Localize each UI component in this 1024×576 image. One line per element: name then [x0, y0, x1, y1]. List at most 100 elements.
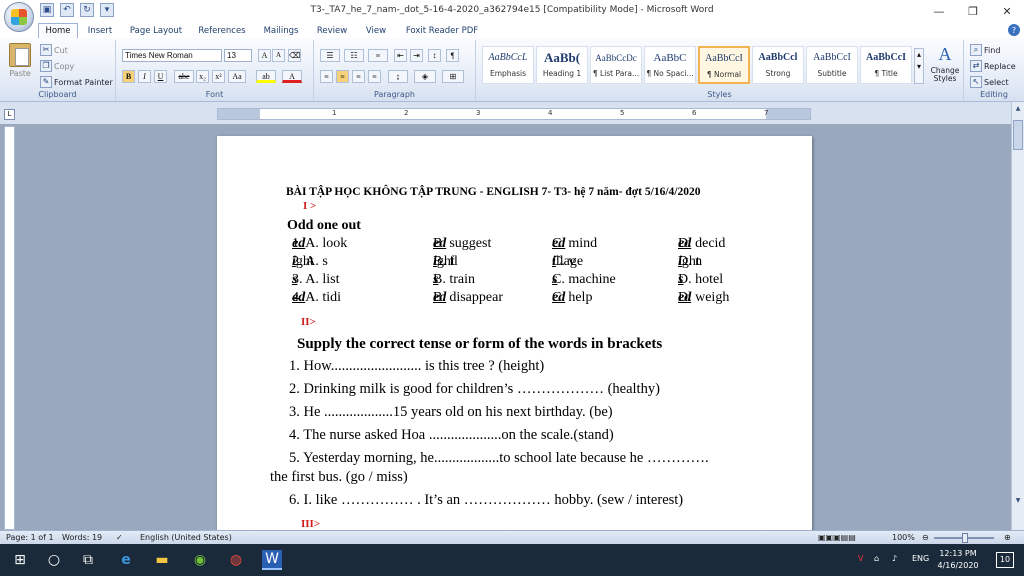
bullets-icon[interactable]: ☰ — [320, 49, 340, 62]
line-spacing-icon[interactable]: ↨ — [388, 70, 408, 83]
superscript-button[interactable]: x² — [212, 70, 225, 83]
clock[interactable]: 12:13 PM 4/16/2020 — [928, 548, 988, 572]
volume-icon[interactable]: ♪ — [892, 554, 897, 563]
change-styles-button[interactable]: A Change Styles — [928, 44, 962, 83]
horizontal-ruler[interactable]: 1 2 3 4 5 6 7 — [217, 108, 811, 120]
tab-view[interactable]: View — [360, 23, 392, 38]
tab-references[interactable]: References — [194, 23, 250, 38]
antivirus-icon[interactable]: V — [858, 554, 863, 563]
style-subtitle[interactable]: AaBbCcI Subtitle — [806, 46, 858, 84]
tab-mailings[interactable]: Mailings — [258, 23, 304, 38]
restore-button[interactable]: ❐ — [956, 0, 990, 22]
strikethrough-button[interactable]: abe — [174, 70, 194, 83]
tab-review[interactable]: Review — [312, 23, 352, 38]
font-color-icon[interactable]: A — [282, 70, 302, 83]
ruler-number: 4 — [548, 109, 553, 117]
vertical-ruler[interactable] — [4, 126, 15, 530]
decrease-indent-icon[interactable]: ⇤ — [394, 49, 407, 62]
styles-group: AaBbCcL Emphasis AaBb(Heading 1 AaBbCcDc ¶… — [476, 40, 964, 100]
office-logo-icon — [11, 9, 27, 25]
search-icon[interactable]: ○ — [44, 550, 64, 570]
style-no-spacing[interactable]: AaBbC ¶ No Spaci... — [644, 46, 696, 84]
increase-indent-icon[interactable]: ⇥ — [410, 49, 423, 62]
input-language[interactable]: ENG — [912, 554, 929, 563]
edge-browser-icon[interactable]: e — [116, 550, 136, 570]
highlight-color-icon[interactable]: ab — [256, 70, 276, 83]
bold-button[interactable]: B — [122, 70, 135, 83]
network-icon[interactable]: ⌂ — [874, 554, 879, 563]
tab-selector-icon[interactable]: L — [4, 109, 15, 120]
style-strong[interactable]: AaBbCcl Strong — [752, 46, 804, 84]
cut-button[interactable]: ✂ Cut — [40, 44, 68, 56]
file-explorer-icon[interactable]: ▬ — [152, 550, 172, 570]
language-indicator[interactable]: English (United States) — [140, 533, 232, 542]
style-title[interactable]: AaBbCcI ¶ Title — [860, 46, 912, 84]
odd-option: C. help ed — [552, 290, 593, 305]
font-label: Font — [205, 90, 224, 99]
page-count[interactable]: Page: 1 of 1 — [6, 533, 54, 542]
word-app-icon[interactable]: W — [262, 550, 282, 570]
select-button[interactable]: ↖ Select — [970, 76, 1009, 88]
section-heading: III> — [301, 518, 321, 530]
align-center-icon[interactable]: ≡ — [336, 70, 349, 83]
minimize-button[interactable]: — — [922, 0, 956, 22]
change-case-button[interactable]: Aa — [228, 70, 246, 83]
tab-insert[interactable]: Insert — [82, 23, 118, 38]
paste-button[interactable]: Paste — [6, 43, 34, 83]
odd-option: D. weigh ed — [678, 290, 730, 305]
document-area[interactable]: BÀI TẬP HỌC KHÔNG TẬP TRUNG - ENGLISH 7-… — [17, 124, 1011, 530]
vertical-scrollbar[interactable]: ▲ ▼ — [1011, 102, 1024, 530]
notifications-icon[interactable]: 10 — [996, 552, 1014, 568]
align-left-icon[interactable]: ≡ — [320, 70, 333, 83]
zoom-level[interactable]: 100% — [892, 533, 915, 542]
format-painter-button[interactable]: ✎ Format Painter — [40, 76, 113, 88]
zoom-slider-thumb[interactable] — [962, 533, 968, 543]
borders-icon[interactable]: ⊞ — [442, 70, 464, 83]
font-name-select[interactable]: Times New Roman — [122, 49, 222, 62]
align-right-icon[interactable]: ≡ — [352, 70, 365, 83]
replace-button[interactable]: ⇄ Replace — [970, 60, 1016, 72]
justify-icon[interactable]: ≡ — [368, 70, 381, 83]
multilevel-list-icon[interactable]: ≡ — [368, 49, 388, 62]
styles-scroll-icon[interactable]: ▴ ▾ — [914, 48, 924, 84]
task-view-icon[interactable]: ⧉ — [78, 550, 98, 570]
italic-button[interactable]: I — [138, 70, 151, 83]
odd-option: D. decid ed — [678, 236, 726, 251]
document-page[interactable]: BÀI TẬP HỌC KHÔNG TẬP TRUNG - ENGLISH 7-… — [217, 136, 812, 530]
shrink-font-button[interactable]: A — [272, 49, 285, 62]
question-line: 4. The nurse asked Hoa .................… — [289, 427, 614, 443]
underline-button[interactable]: U — [154, 70, 167, 83]
clear-format-icon[interactable]: ⌫ — [288, 49, 301, 62]
zoom-out-icon[interactable]: ⊖ — [922, 533, 929, 542]
help-icon[interactable]: ? — [1008, 24, 1020, 36]
tab-page-layout[interactable]: Page Layout — [126, 23, 186, 38]
subscript-button[interactable]: x₂ — [196, 70, 209, 83]
sort-icon[interactable]: ↕ — [428, 49, 441, 62]
find-button[interactable]: ⌕ Find — [970, 44, 1000, 56]
proofing-icon[interactable]: ✓ — [116, 533, 123, 542]
grow-font-button[interactable]: A — [258, 49, 271, 62]
pilcrow-icon[interactable]: ¶ — [446, 49, 459, 62]
zoom-in-icon[interactable]: ⊕ — [1004, 533, 1011, 542]
odd-one-out-heading: Odd one out — [287, 218, 361, 233]
style-normal[interactable]: AaBbCcI ¶ Normal — [698, 46, 750, 84]
view-buttons-icon[interactable]: ▣▣▣▤▤ — [818, 533, 856, 542]
numbering-icon[interactable]: ☷ — [344, 49, 364, 62]
word-count[interactable]: Words: 19 — [62, 533, 102, 542]
style-list-paragraph[interactable]: AaBbCcDc ¶ List Para... — [590, 46, 642, 84]
office-button[interactable] — [4, 2, 34, 32]
tab-foxit-reader-pdf[interactable]: Foxit Reader PDF — [400, 23, 484, 38]
close-button[interactable]: ✕ — [990, 0, 1024, 22]
style-heading-1[interactable]: AaBb(Heading 1 — [536, 46, 588, 84]
font-size-select[interactable]: 13 — [224, 49, 252, 62]
scroll-up-icon[interactable]: ▲ — [1013, 104, 1023, 114]
scroll-thumb[interactable] — [1013, 120, 1023, 150]
copy-button[interactable]: ❐ Copy — [40, 60, 74, 72]
windows-start-icon[interactable]: ⊞ — [10, 550, 30, 570]
chrome-icon[interactable]: ◍ — [226, 550, 246, 570]
style-emphasis[interactable]: AaBbCcL Emphasis — [482, 46, 534, 84]
shading-icon[interactable]: ◈ — [414, 70, 436, 83]
scroll-down-icon[interactable]: ▼ — [1013, 496, 1023, 506]
app-icon[interactable]: ◉ — [190, 550, 210, 570]
tab-home[interactable]: Home — [38, 23, 78, 38]
